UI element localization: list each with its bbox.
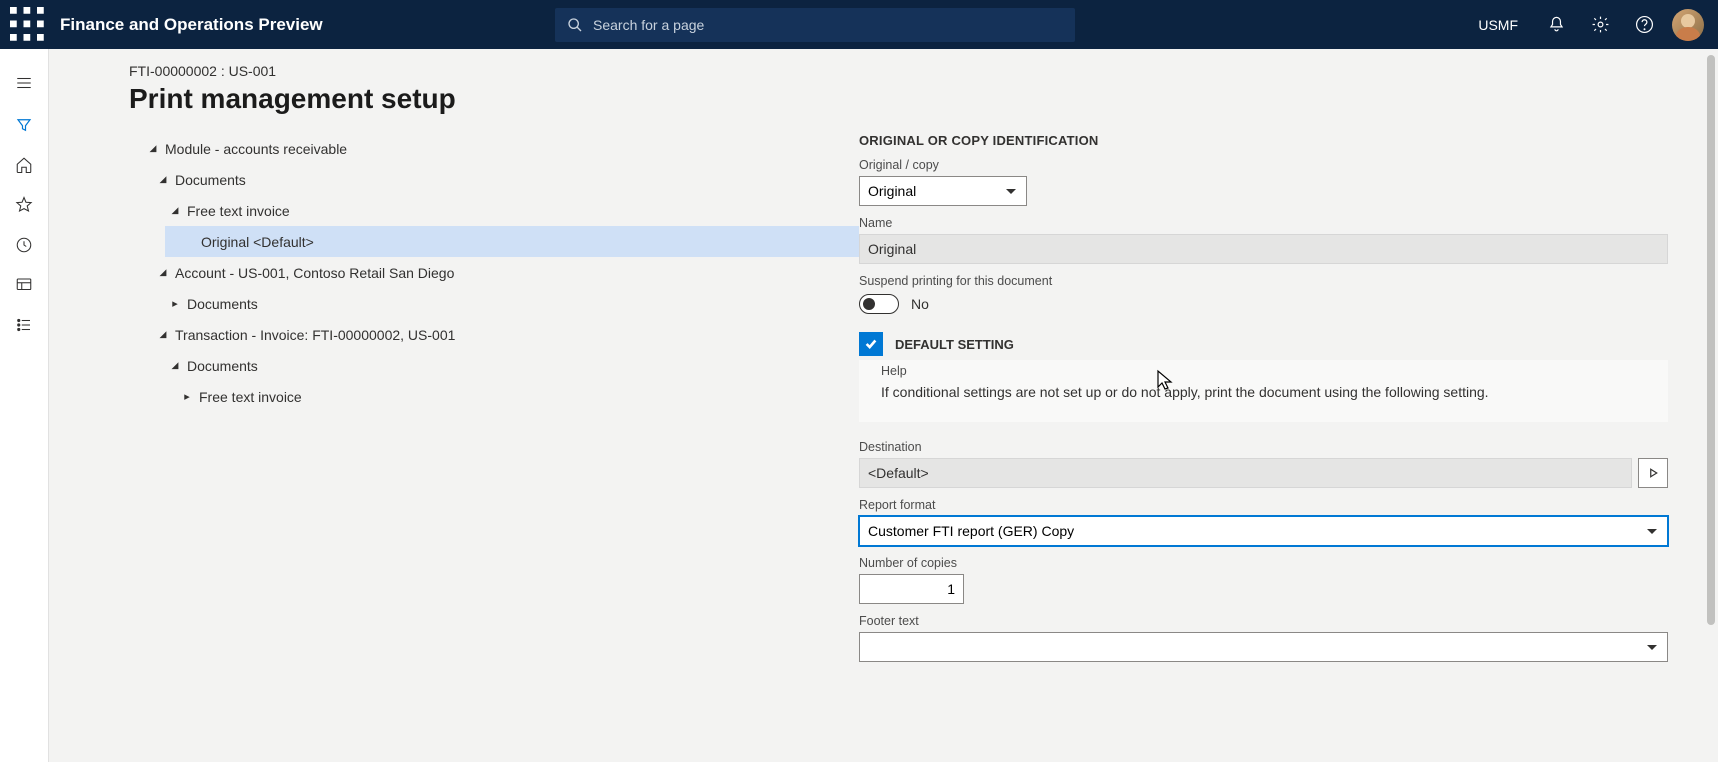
original-copy-label: Original / copy (859, 158, 1668, 172)
help-block: Help If conditional settings are not set… (859, 360, 1668, 422)
suspend-toggle[interactable] (859, 294, 899, 314)
report-format-label: Report format (859, 498, 1668, 512)
chevron-down-icon (1006, 189, 1016, 194)
user-avatar[interactable] (1672, 9, 1704, 41)
recent-icon[interactable] (4, 225, 44, 265)
vertical-scrollbar[interactable] (1701, 49, 1718, 762)
destination-field[interactable]: <Default> (859, 458, 1632, 488)
chevron-down-icon (1647, 645, 1657, 650)
company-picker[interactable]: USMF (1464, 17, 1532, 33)
tree-node-free-text-invoice[interactable]: Free text invoice (129, 195, 859, 226)
print-management-tree: Module - accounts receivable Documents F… (129, 133, 859, 412)
tree-node-transaction[interactable]: Transaction - Invoice: FTI-00000002, US-… (129, 319, 859, 350)
top-bar: Finance and Operations Preview Search fo… (0, 0, 1718, 49)
default-setting-label: DEFAULT SETTING (895, 337, 1014, 352)
page-title: Print management setup (129, 83, 1698, 115)
tree-node-account[interactable]: Account - US-001, Contoso Retail San Die… (129, 257, 859, 288)
name-field: Original (859, 234, 1668, 264)
main-content: FTI-00000002 : US-001 Print management s… (49, 49, 1718, 762)
tree-node-module[interactable]: Module - accounts receivable (129, 133, 859, 164)
tree-node-account-documents[interactable]: Documents (129, 288, 859, 319)
footer-label: Footer text (859, 614, 1668, 628)
notifications-icon[interactable] (1536, 5, 1576, 45)
search-placeholder: Search for a page (593, 17, 704, 33)
suspend-label: Suspend printing for this document (859, 274, 1668, 288)
footer-text-select[interactable] (859, 632, 1668, 662)
suspend-value: No (911, 296, 929, 312)
favorites-icon[interactable] (4, 185, 44, 225)
section-identification-title: ORIGINAL OR COPY IDENTIFICATION (859, 133, 1668, 148)
destination-label: Destination (859, 440, 1668, 454)
original-copy-select[interactable]: Original (859, 176, 1027, 206)
app-launcher-icon[interactable] (10, 7, 46, 43)
copies-input[interactable]: 1 (859, 574, 964, 604)
tree-node-transaction-documents[interactable]: Documents (129, 350, 859, 381)
menu-toggle-icon[interactable] (4, 63, 44, 103)
workspaces-icon[interactable] (4, 265, 44, 305)
tree-node-original-default[interactable]: Original <Default> (165, 226, 859, 257)
help-label: Help (881, 364, 1668, 378)
help-text: If conditional settings are not set up o… (881, 382, 1668, 402)
breadcrumb: FTI-00000002 : US-001 (129, 63, 1698, 79)
nav-rail (0, 49, 49, 762)
default-setting-checkbox[interactable] (859, 332, 883, 356)
settings-icon[interactable] (1580, 5, 1620, 45)
search-input[interactable]: Search for a page (555, 8, 1075, 42)
help-icon[interactable] (1624, 5, 1664, 45)
report-format-select[interactable]: Customer FTI report (GER) Copy (859, 516, 1668, 546)
tree-node-documents[interactable]: Documents (129, 164, 859, 195)
destination-open-button[interactable] (1638, 458, 1668, 488)
filter-icon[interactable] (4, 105, 44, 145)
tree-node-transaction-free-text[interactable]: Free text invoice (129, 381, 859, 412)
check-icon (864, 337, 878, 351)
search-icon (567, 17, 583, 33)
name-label: Name (859, 216, 1668, 230)
modules-icon[interactable] (4, 305, 44, 345)
play-icon (1647, 467, 1659, 479)
scrollbar-thumb[interactable] (1707, 55, 1715, 625)
chevron-down-icon (1647, 529, 1657, 534)
home-icon[interactable] (4, 145, 44, 185)
copies-label: Number of copies (859, 556, 1668, 570)
app-title: Finance and Operations Preview (60, 15, 323, 35)
